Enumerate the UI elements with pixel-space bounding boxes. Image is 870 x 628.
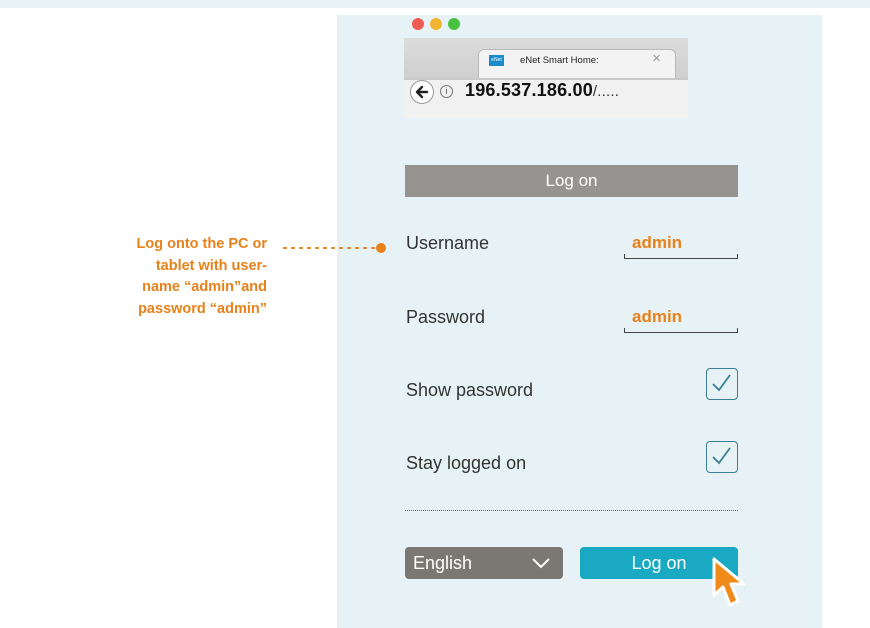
tab-title: eNet Smart Home:: [520, 55, 599, 66]
callout-line-2: tablet with user-: [155, 257, 267, 274]
site-favicon-icon: eNet: [489, 55, 504, 66]
callout-line-4: password “admin”: [138, 300, 267, 317]
checkmark-icon: [712, 374, 731, 392]
password-field[interactable]: [624, 327, 738, 333]
callout-line-3: name “admin”and: [142, 279, 267, 295]
mouse-cursor-icon: [712, 557, 746, 607]
show-password-label: Show password: [406, 380, 534, 400]
login-header: Log on: [405, 165, 738, 197]
password-label: Password: [406, 307, 486, 327]
username-field-value[interactable]: admin: [632, 233, 682, 253]
checkmark-icon: [712, 447, 731, 465]
stay-logged-checkbox[interactable]: [706, 441, 738, 473]
window-close-dot[interactable]: [412, 18, 424, 30]
window-maximize-dot[interactable]: [448, 18, 460, 30]
show-password-checkbox[interactable]: [706, 368, 738, 400]
stay-logged-label: Stay logged on: [406, 453, 527, 473]
close-tab-icon[interactable]: ✕: [652, 52, 661, 65]
info-icon[interactable]: i: [440, 85, 453, 98]
url-host: 196.537.186.00: [465, 80, 593, 100]
username-field[interactable]: [624, 253, 738, 259]
instruction-callout: Log onto the PC or tablet with user- nam…: [90, 234, 267, 320]
back-arrow-icon[interactable]: [410, 80, 434, 104]
password-field-value[interactable]: admin: [632, 307, 682, 327]
url-path: /.....: [592, 83, 620, 100]
chevron-down-icon[interactable]: [531, 557, 551, 569]
top-strip: [0, 0, 870, 8]
username-label: Username: [406, 233, 490, 253]
window-minimize-dot[interactable]: [430, 18, 442, 30]
url-text[interactable]: 196.537.186.00/.....: [465, 80, 619, 101]
form-divider: [405, 510, 738, 511]
callout-line-1: Log onto the PC or: [136, 236, 267, 252]
language-selected-value: English: [413, 553, 473, 573]
callout-leader-line: [283, 243, 386, 253]
